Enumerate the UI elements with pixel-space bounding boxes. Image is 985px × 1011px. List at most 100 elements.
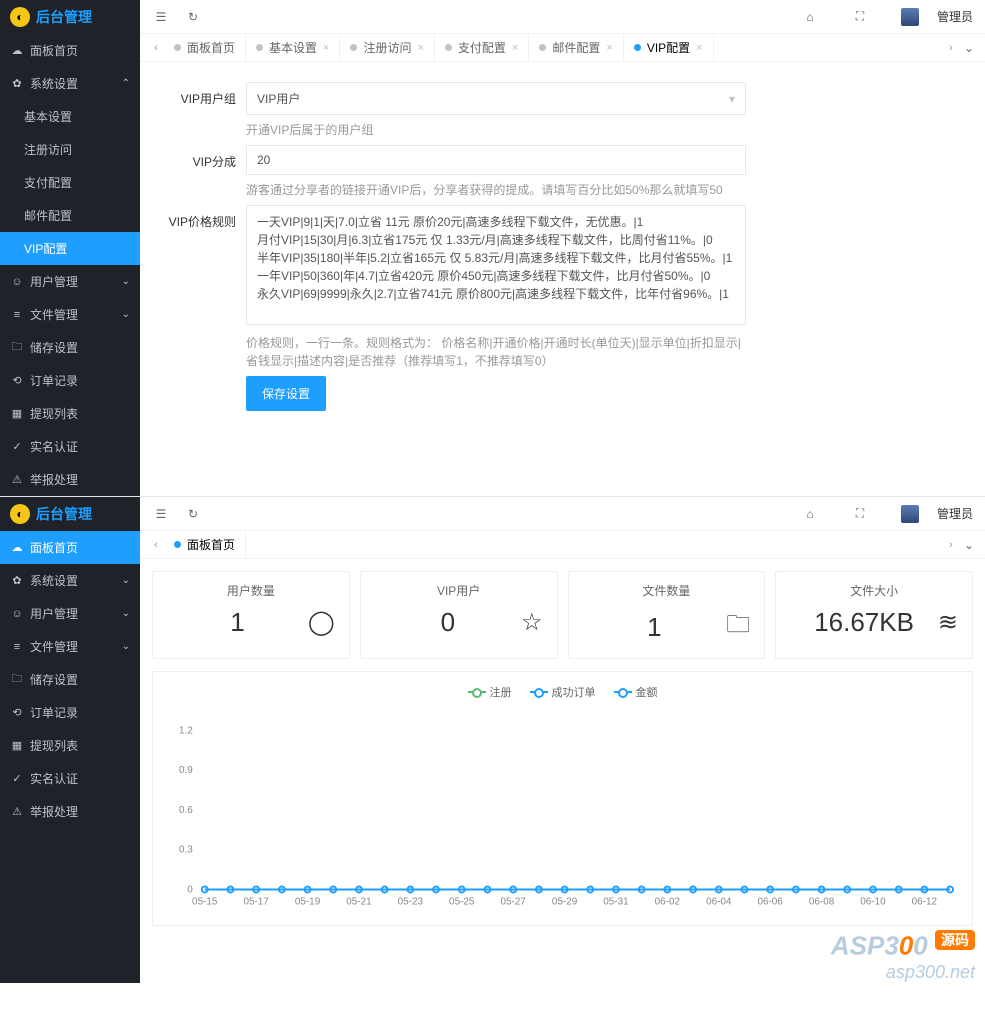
- chevron-down-icon: ⌄: [122, 276, 130, 287]
- vip-group-hint: 开通VIP后属于的用户组: [246, 121, 746, 139]
- stat-card: 文件大小16.67KB≋: [775, 571, 973, 659]
- tab-next-button[interactable]: ›: [943, 42, 959, 54]
- tab-more-button[interactable]: ⌄: [961, 538, 977, 552]
- svg-text:05-25: 05-25: [449, 896, 475, 907]
- vip-price-hint: 价格规则，一行一条。规则格式为： 价格名称|开通价格|开通时长(单位天)|显示单…: [246, 334, 746, 370]
- avatar[interactable]: [901, 8, 919, 26]
- card-title: 文件数量: [583, 582, 751, 599]
- sidebar-dashboard[interactable]: ☁面板首页: [0, 34, 140, 67]
- home-icon[interactable]: ⌂: [801, 505, 819, 523]
- tab-mail[interactable]: 邮件配置×: [529, 35, 623, 61]
- card-title: 文件大小: [790, 582, 958, 599]
- sidebar-order[interactable]: ⟲订单记录: [0, 696, 140, 729]
- stats-chart: 注册成功订单金额 00.30.60.91.205-1505-1705-1905-…: [152, 671, 973, 926]
- logo[interactable]: ◐ 后台管理: [0, 497, 140, 531]
- svg-text:0: 0: [187, 884, 193, 895]
- sidebar-file[interactable]: ≡文件管理⌄: [0, 630, 140, 663]
- sidebar-withdraw[interactable]: ▦提现列表: [0, 729, 140, 762]
- sidebar-file[interactable]: ≡文件管理⌄: [0, 298, 140, 331]
- close-icon[interactable]: ×: [606, 42, 612, 54]
- user-icon: ☺: [10, 608, 24, 620]
- tab-home[interactable]: 面板首页: [164, 532, 246, 558]
- svg-text:06-12: 06-12: [912, 896, 938, 907]
- sidebar-storage[interactable]: 🗀储存设置: [0, 331, 140, 364]
- stat-card: 用户数量1◯: [152, 571, 350, 659]
- legend-item[interactable]: 金额: [614, 684, 658, 700]
- sidebar-user[interactable]: ☺用户管理⌄: [0, 265, 140, 298]
- card-value: 1: [167, 607, 308, 638]
- collapse-sidebar-button[interactable]: ☰: [152, 8, 170, 26]
- sidebar-system[interactable]: ✿系统设置⌃: [0, 67, 140, 100]
- legend-item[interactable]: 注册: [468, 684, 512, 700]
- sidebar-withdraw[interactable]: ▦提现列表: [0, 397, 140, 430]
- svg-text:0.9: 0.9: [179, 765, 193, 776]
- admin-name[interactable]: 管理员: [937, 505, 973, 522]
- vip-group-select[interactable]: VIP用户▾: [246, 82, 746, 115]
- sidebar-mail[interactable]: 邮件配置: [0, 199, 140, 232]
- watermark: ASP300 源码 asp300.net: [140, 930, 985, 983]
- tab-basic[interactable]: 基本设置×: [246, 35, 340, 61]
- user-icon: ☺: [10, 276, 24, 288]
- chevron-up-icon: ⌃: [122, 78, 130, 89]
- save-button[interactable]: 保存设置: [246, 376, 326, 411]
- svg-text:05-17: 05-17: [243, 896, 269, 907]
- logo-icon: ◐: [10, 504, 30, 524]
- tab-register[interactable]: 注册访问×: [340, 35, 434, 61]
- sidebar-user[interactable]: ☺用户管理⌄: [0, 597, 140, 630]
- sidebar-realname[interactable]: ✓实名认证: [0, 430, 140, 463]
- sidebar-order[interactable]: ⟲订单记录: [0, 364, 140, 397]
- brand-text: 后台管理: [36, 504, 92, 524]
- sidebar-realname[interactable]: ✓实名认证: [0, 762, 140, 795]
- sidebar-dashboard[interactable]: ☁面板首页: [0, 531, 140, 564]
- star-icon: ☆: [521, 608, 543, 637]
- sidebar-vip[interactable]: VIP配置: [0, 232, 140, 265]
- fullscreen-icon[interactable]: ⛶: [851, 8, 869, 26]
- realname-icon: ✓: [10, 440, 24, 453]
- svg-text:06-04: 06-04: [706, 896, 732, 907]
- sidebar-register[interactable]: 注册访问: [0, 133, 140, 166]
- tab-more-button[interactable]: ⌄: [961, 41, 977, 55]
- sidebar-storage[interactable]: 🗀储存设置: [0, 663, 140, 696]
- sidebar-basic[interactable]: 基本设置: [0, 100, 140, 133]
- vip-group-label: VIP用户组: [168, 82, 236, 139]
- vip-share-label: VIP分成: [168, 145, 236, 199]
- vip-price-textarea[interactable]: [246, 205, 746, 325]
- gear-icon: ✿: [10, 77, 24, 90]
- fullscreen-icon[interactable]: ⛶: [851, 505, 869, 523]
- svg-text:05-27: 05-27: [500, 896, 526, 907]
- avatar[interactable]: [901, 505, 919, 523]
- sidebar-report[interactable]: ⚠举报处理: [0, 463, 140, 496]
- vip-share-input[interactable]: [246, 145, 746, 175]
- file-icon: ≡: [10, 309, 24, 321]
- close-icon[interactable]: ×: [417, 42, 423, 54]
- sidebar-pay[interactable]: 支付配置: [0, 166, 140, 199]
- folder-icon: 🗀: [726, 607, 750, 648]
- sidebar-system[interactable]: ✿系统设置⌄: [0, 564, 140, 597]
- legend-item[interactable]: 成功订单: [530, 684, 596, 700]
- brand-text: 后台管理: [36, 7, 92, 27]
- close-icon[interactable]: ×: [512, 42, 518, 54]
- logo[interactable]: ◐ 后台管理: [0, 0, 140, 34]
- report-icon: ⚠: [10, 473, 24, 486]
- tab-vip[interactable]: VIP配置×: [624, 35, 714, 61]
- refresh-button[interactable]: ↻: [184, 505, 202, 523]
- tab-home[interactable]: 面板首页: [164, 35, 246, 61]
- tab-pay[interactable]: 支付配置×: [435, 35, 529, 61]
- admin-name[interactable]: 管理员: [937, 8, 973, 25]
- report-icon: ⚠: [10, 805, 24, 818]
- tab-next-button[interactable]: ›: [943, 539, 959, 551]
- home-icon[interactable]: ⌂: [801, 8, 819, 26]
- withdraw-icon: ▦: [10, 407, 24, 420]
- close-icon[interactable]: ×: [323, 42, 329, 54]
- dashboard-icon: ☁: [10, 44, 24, 57]
- sidebar-report[interactable]: ⚠举报处理: [0, 795, 140, 828]
- svg-text:05-19: 05-19: [295, 896, 321, 907]
- tab-prev-button[interactable]: ‹: [148, 539, 164, 551]
- tab-prev-button[interactable]: ‹: [148, 42, 164, 54]
- svg-text:06-10: 06-10: [860, 896, 886, 907]
- close-icon[interactable]: ×: [696, 42, 702, 54]
- collapse-sidebar-button[interactable]: ☰: [152, 505, 170, 523]
- refresh-button[interactable]: ↻: [184, 8, 202, 26]
- vip-price-label: VIP价格规则: [168, 205, 236, 370]
- logo-icon: ◐: [10, 7, 30, 27]
